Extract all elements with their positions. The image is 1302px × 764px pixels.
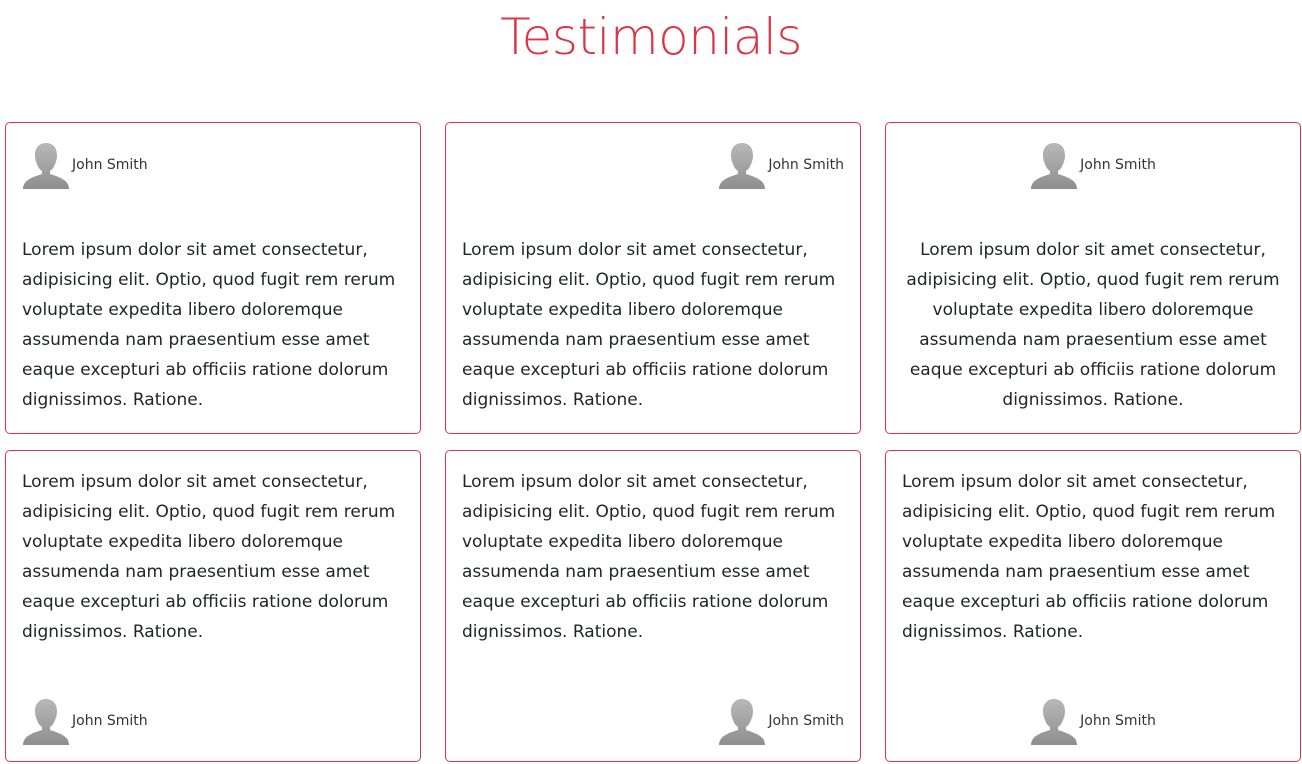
testimonial-text: Lorem ipsum dolor sit amet consectetur, … [902,472,1276,642]
testimonial-author: John Smith [22,695,404,747]
author-name: John Smith [72,713,148,729]
testimonial-author: John Smith [462,695,844,747]
testimonial-card: Lorem ipsum dolor sit amet consectetur, … [5,450,421,762]
testimonial-author: John Smith [22,139,404,191]
user-silhouette-icon [23,143,69,189]
user-silhouette-icon [1031,699,1078,745]
author-name: John Smith [1080,713,1156,729]
user-silhouette-icon [1031,143,1078,189]
user-silhouette-icon [719,699,766,745]
author-name: John Smith [768,713,844,729]
testimonial-author: John Smith [462,139,844,191]
user-silhouette-icon [719,143,766,189]
testimonial-card: John Smith Lorem ipsum dolor sit amet co… [5,122,421,434]
testimonial-card: Lorem ipsum dolor sit amet consectetur, … [445,450,861,762]
page-title: Testimonials [500,8,802,66]
testimonials-grid: John Smith Lorem ipsum dolor sit amet co… [5,122,1301,762]
testimonial-text: Lorem ipsum dolor sit amet consectetur, … [22,472,396,642]
testimonial-text: Lorem ipsum dolor sit amet consectetur, … [462,472,836,642]
author-name: John Smith [72,157,148,173]
user-silhouette-icon [23,699,69,745]
author-name: John Smith [1080,157,1156,173]
author-name: John Smith [768,157,844,173]
testimonial-author: John Smith [902,695,1284,747]
testimonial-card: John Smith Lorem ipsum dolor sit amet co… [445,122,861,434]
testimonial-text: Lorem ipsum dolor sit amet consectetur, … [462,240,836,410]
testimonial-text: Lorem ipsum dolor sit amet consectetur, … [22,240,396,410]
testimonial-card: Lorem ipsum dolor sit amet consectetur, … [885,450,1301,762]
testimonial-card: John Smith Lorem ipsum dolor sit amet co… [885,122,1301,434]
testimonial-text: Lorem ipsum dolor sit amet consectetur, … [906,240,1280,410]
testimonial-author: John Smith [902,139,1284,191]
